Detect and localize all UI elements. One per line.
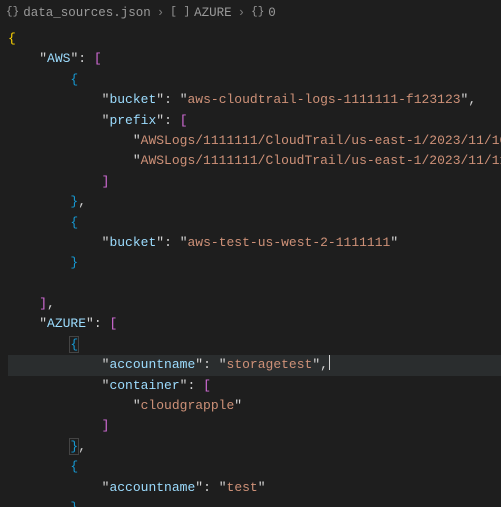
chevron-right-icon: ›: [236, 3, 248, 23]
json-string: aws-test-us-west-2-1111111: [188, 235, 391, 250]
code-line[interactable]: },: [8, 437, 501, 457]
code-line[interactable]: "AWSLogs/1111111/CloudTrail/us-east-1/20…: [8, 131, 501, 151]
code-line[interactable]: {: [8, 29, 501, 49]
brace-open: {: [70, 72, 78, 87]
brace-open: {: [70, 459, 78, 474]
bracket-close: ]: [102, 174, 110, 189]
json-key: accountname: [109, 357, 195, 372]
json-key: bucket: [109, 92, 156, 107]
code-line[interactable]: },: [8, 192, 501, 212]
code-line[interactable]: {: [8, 457, 501, 477]
code-line[interactable]: "prefix": [: [8, 111, 501, 131]
code-line[interactable]: "AWS": [: [8, 49, 501, 69]
code-line[interactable]: ]: [8, 416, 501, 436]
json-key: AZURE: [47, 316, 86, 331]
breadcrumb-path-azure[interactable]: AZURE: [194, 3, 232, 23]
brace-open: {: [70, 215, 78, 230]
breadcrumb[interactable]: {} data_sources.json › [ ] AZURE › {} 0: [0, 0, 501, 27]
json-string: storagetest: [227, 357, 313, 372]
bracket-open: [: [180, 113, 188, 128]
code-line[interactable]: }: [8, 253, 501, 273]
bracket-open: [: [94, 51, 102, 66]
code-line[interactable]: }: [8, 498, 501, 507]
code-line[interactable]: {: [8, 335, 501, 355]
chevron-right-icon: ›: [155, 3, 167, 23]
code-line[interactable]: {: [8, 213, 501, 233]
json-string: cloudgrapple: [141, 398, 235, 413]
array-icon: [ ]: [170, 4, 190, 22]
code-line[interactable]: "AZURE": [: [8, 314, 501, 334]
code-line[interactable]: ],: [8, 294, 501, 314]
bracket-close: ]: [39, 296, 47, 311]
bracket-open: [: [109, 316, 117, 331]
code-line[interactable]: "bucket": "aws-test-us-west-2-1111111": [8, 233, 501, 253]
json-string: AWSLogs/1111111/CloudTrail/us-east-1/202…: [141, 153, 501, 168]
json-string: test: [227, 480, 258, 495]
json-string: aws-cloudtrail-logs-1111111-f123123: [188, 92, 461, 107]
bracket-close: ]: [102, 418, 110, 433]
code-line-active[interactable]: "accountname": "storagetest",: [8, 355, 501, 375]
object-icon: {}: [251, 4, 264, 22]
code-line[interactable]: {: [8, 70, 501, 90]
code-line[interactable]: "AWSLogs/1111111/CloudTrail/us-east-1/20…: [8, 151, 501, 171]
brace-open: {: [8, 31, 16, 46]
code-line[interactable]: ]: [8, 172, 501, 192]
code-line[interactable]: [8, 274, 501, 294]
json-key: bucket: [109, 235, 156, 250]
text-cursor: [329, 355, 330, 370]
json-key: accountname: [109, 480, 195, 495]
json-key: AWS: [47, 51, 70, 66]
brace-open: {: [70, 337, 78, 352]
breadcrumb-path-index[interactable]: 0: [268, 3, 276, 23]
json-string: AWSLogs/1111111/CloudTrail/us-east-1/202…: [141, 133, 501, 148]
code-line[interactable]: "accountname": "test": [8, 478, 501, 498]
code-editor[interactable]: { "AWS": [ { "bucket": "aws-cloudtrail-l…: [0, 27, 501, 507]
code-line[interactable]: "cloudgrapple": [8, 396, 501, 416]
json-key: container: [109, 378, 179, 393]
brace-close: }: [70, 255, 78, 270]
json-key: prefix: [109, 113, 156, 128]
bracket-open: [: [203, 378, 211, 393]
code-line[interactable]: "bucket": "aws-cloudtrail-logs-1111111-f…: [8, 90, 501, 110]
code-line[interactable]: "container": [: [8, 376, 501, 396]
breadcrumb-file[interactable]: data_sources.json: [23, 3, 151, 23]
json-file-icon: {}: [6, 4, 19, 22]
brace-close: }: [70, 500, 78, 507]
